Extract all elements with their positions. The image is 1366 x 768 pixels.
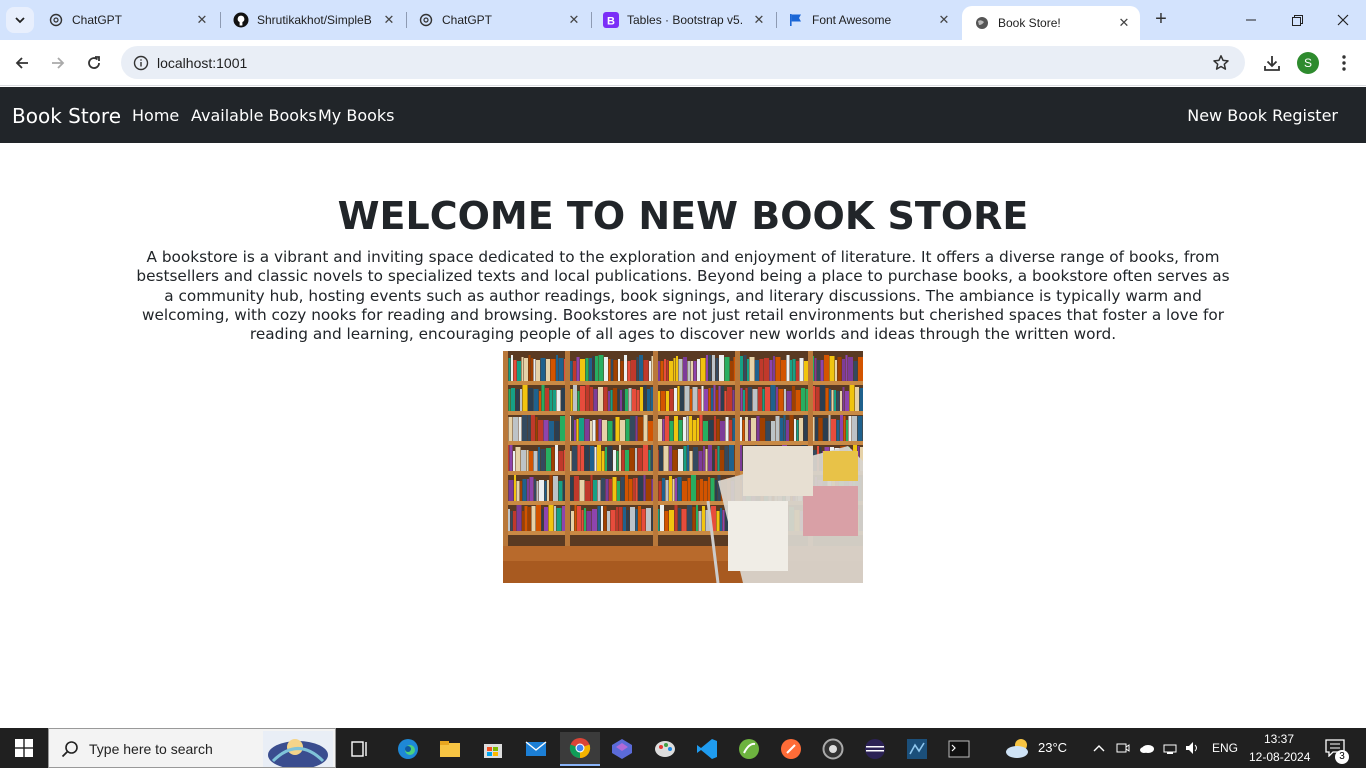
browser-toolbar: localhost:1001 bbox=[0, 40, 1366, 86]
clock-date[interactable]: 12-08-2024 bbox=[1249, 750, 1310, 764]
downloads-button[interactable] bbox=[1260, 51, 1284, 75]
address-url[interactable]: localhost:1001 bbox=[157, 55, 247, 71]
chevron-down-icon bbox=[15, 17, 25, 24]
task-view-icon[interactable] bbox=[340, 732, 380, 766]
profile-avatar[interactable]: S bbox=[1297, 52, 1319, 74]
bookstore-image bbox=[503, 351, 863, 583]
close-tab-icon[interactable]: ✕ bbox=[194, 12, 210, 28]
file-explorer-icon[interactable] bbox=[430, 732, 470, 766]
clock-time[interactable]: 13:37 bbox=[1264, 732, 1294, 746]
chrome-icon[interactable] bbox=[560, 732, 600, 766]
mail-icon[interactable] bbox=[516, 732, 556, 766]
search-placeholder: Type here to search bbox=[89, 741, 213, 757]
copilot-icon[interactable] bbox=[602, 732, 642, 766]
back-button[interactable] bbox=[10, 51, 34, 75]
close-tab-icon[interactable]: ✕ bbox=[1116, 15, 1132, 31]
tab-chatgpt-1[interactable]: ChatGPT ✕ bbox=[36, 0, 218, 40]
github-icon bbox=[233, 12, 249, 28]
vscode-icon[interactable] bbox=[687, 732, 727, 766]
address-bar[interactable]: localhost:1001 bbox=[121, 46, 1245, 79]
tab-title: Font Awesome bbox=[812, 13, 892, 27]
nav-link-home[interactable]: Home bbox=[132, 106, 179, 125]
minimize-icon bbox=[1246, 19, 1256, 21]
bookmark-star-icon[interactable] bbox=[1209, 51, 1233, 75]
tab-bootstrap[interactable]: B Tables · Bootstrap v5. ✕ bbox=[591, 0, 775, 40]
tab-github[interactable]: Shrutikakhot/SimpleB ✕ bbox=[221, 0, 405, 40]
eclipse-icon[interactable] bbox=[855, 732, 895, 766]
close-tab-icon[interactable]: ✕ bbox=[751, 12, 767, 28]
paint-icon[interactable] bbox=[645, 732, 685, 766]
windows-taskbar: Type here to search 23°C ENG 13:37 12-08… bbox=[0, 728, 1366, 768]
search-icon bbox=[61, 741, 78, 758]
mysql-workbench-icon[interactable] bbox=[897, 732, 937, 766]
close-window-button[interactable] bbox=[1320, 0, 1366, 40]
notification-count-badge: 3 bbox=[1335, 750, 1349, 764]
start-button[interactable] bbox=[0, 728, 48, 768]
nav-link-available-books[interactable]: Available Books bbox=[191, 106, 317, 125]
chatgpt-icon bbox=[418, 12, 434, 28]
close-tab-icon[interactable]: ✕ bbox=[381, 12, 397, 28]
reload-button[interactable] bbox=[82, 51, 106, 75]
tab-search-button[interactable] bbox=[6, 7, 34, 33]
reload-icon bbox=[88, 56, 100, 69]
chevron-up-icon[interactable] bbox=[1091, 740, 1107, 756]
windows-logo-icon bbox=[15, 739, 33, 757]
globe-icon bbox=[974, 15, 990, 31]
terminal-icon[interactable] bbox=[939, 732, 979, 766]
browser-menu-button[interactable] bbox=[1332, 51, 1356, 75]
search-highlight-image bbox=[263, 731, 333, 767]
postman-icon[interactable] bbox=[771, 732, 811, 766]
chatgpt-icon bbox=[48, 12, 64, 28]
tab-title: Book Store! bbox=[998, 16, 1061, 30]
input-language[interactable]: ENG bbox=[1212, 741, 1238, 755]
tab-chatgpt-2[interactable]: ChatGPT ✕ bbox=[406, 0, 590, 40]
arrow-left-icon bbox=[15, 57, 28, 69]
network-icon[interactable] bbox=[1162, 740, 1178, 756]
weather-cloud-icon bbox=[1006, 739, 1028, 758]
github-desktop-icon[interactable] bbox=[813, 732, 853, 766]
svg-text:B: B bbox=[607, 16, 615, 28]
arrow-right-icon bbox=[52, 57, 65, 69]
tab-font-awesome[interactable]: Font Awesome ✕ bbox=[776, 0, 960, 40]
close-tab-icon[interactable]: ✕ bbox=[566, 12, 582, 28]
page-description: A bookstore is a vibrant and inviting sp… bbox=[136, 248, 1230, 344]
meet-now-icon[interactable] bbox=[1115, 740, 1131, 756]
site-info-icon[interactable] bbox=[129, 51, 153, 75]
close-tab-icon[interactable]: ✕ bbox=[936, 12, 952, 28]
nav-link-my-books[interactable]: My Books bbox=[318, 106, 395, 125]
weather-temperature[interactable]: 23°C bbox=[1038, 740, 1067, 755]
browser-tab-bar: ChatGPT ✕ Shrutikakhot/SimpleB ✕ ChatGPT… bbox=[0, 0, 1366, 40]
tab-title: Tables · Bootstrap v5. bbox=[627, 13, 744, 27]
tab-title: Shrutikakhot/SimpleB bbox=[257, 13, 372, 27]
navbar-brand[interactable]: Book Store bbox=[12, 104, 121, 128]
microsoft-store-icon[interactable] bbox=[473, 732, 513, 766]
close-icon bbox=[1337, 14, 1349, 26]
minimize-button[interactable] bbox=[1228, 0, 1274, 40]
bootstrap-icon: B bbox=[603, 12, 619, 28]
tab-title: ChatGPT bbox=[442, 13, 493, 27]
tab-book-store-active[interactable]: Book Store! ✕ bbox=[962, 6, 1140, 40]
more-vert-icon bbox=[1342, 55, 1346, 71]
nav-link-new-book-register[interactable]: New Book Register bbox=[1187, 106, 1338, 125]
onedrive-icon[interactable] bbox=[1139, 740, 1155, 756]
edge-icon[interactable] bbox=[388, 732, 428, 766]
volume-icon[interactable] bbox=[1185, 740, 1201, 756]
new-tab-button[interactable]: + bbox=[1150, 8, 1172, 30]
restore-button[interactable] bbox=[1274, 0, 1320, 40]
page-title: WELCOME TO NEW BOOK STORE bbox=[337, 194, 1029, 238]
taskbar-search-box[interactable]: Type here to search bbox=[48, 728, 336, 768]
spring-tool-icon[interactable] bbox=[729, 732, 769, 766]
flag-icon bbox=[788, 12, 804, 28]
site-navbar: Book Store Home Available Books My Books… bbox=[0, 87, 1366, 143]
restore-icon bbox=[1291, 14, 1303, 26]
tab-title: ChatGPT bbox=[72, 13, 123, 27]
forward-button[interactable] bbox=[46, 51, 70, 75]
download-icon bbox=[1264, 56, 1280, 71]
